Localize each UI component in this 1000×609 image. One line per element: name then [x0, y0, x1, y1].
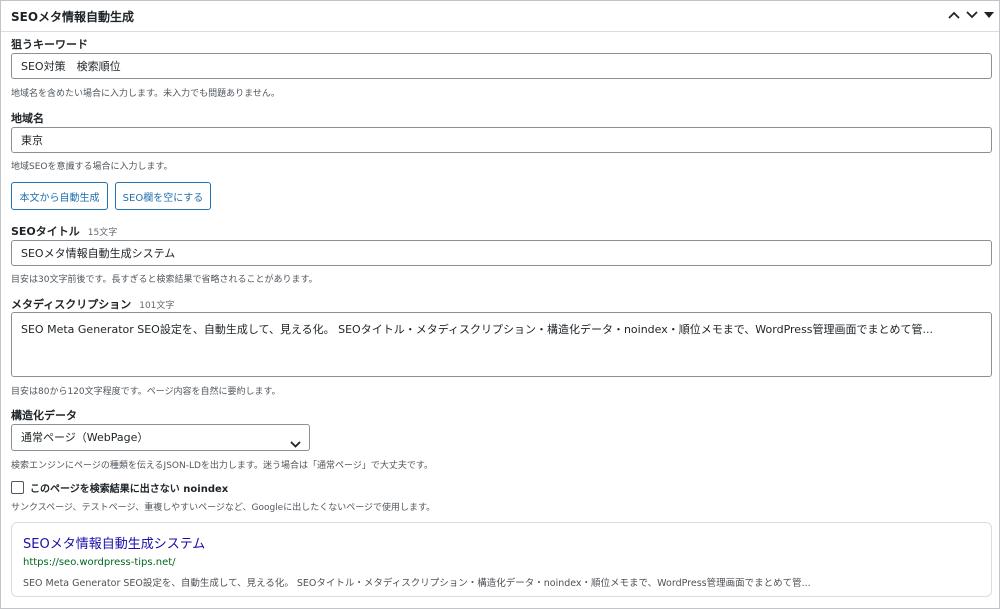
- meta-description-textarea[interactable]: SEO Meta Generator SEO設定を、自動生成して、見える化。 S…: [11, 312, 992, 377]
- clear-seo-fields-button[interactable]: SEO欄を空にする: [115, 182, 211, 210]
- generate-from-content-button[interactable]: 本文から自動生成: [11, 182, 108, 210]
- keyword-label: 狙うキーワード: [11, 38, 88, 51]
- meta-description-label-text: メタディスクリプション: [11, 298, 132, 311]
- seo-title-char-count: 15文字: [87, 228, 118, 238]
- noindex-help: サンクスページ、テストページ、重複しやすいページなど、Googleに出したくない…: [11, 503, 436, 513]
- seo-title-label: SEOタイトル 15文字: [11, 223, 117, 239]
- meta-description-label: メタディスクリプション 101文字: [11, 296, 174, 312]
- chevron-down-icon: [290, 432, 301, 457]
- search-result-preview: SEOメタ情報自動生成システム https://seo.wordpress-ti…: [11, 522, 992, 597]
- structured-data-selected-value: 通常ページ（WebPage）: [21, 431, 149, 444]
- seo-title-label-text: SEOタイトル: [11, 225, 80, 238]
- chevron-up-icon[interactable]: [945, 6, 963, 24]
- keyword-input[interactable]: SEO対策 検索順位: [11, 53, 992, 79]
- structured-data-select[interactable]: 通常ページ（WebPage）: [11, 424, 310, 451]
- structured-data-help: 検索エンジンにページの種類を伝えるJSON-LDを出力します。迷う場合は「通常ペ…: [11, 461, 433, 471]
- preview-description: SEO Meta Generator SEO設定を、自動生成して、見える化。 S…: [23, 578, 811, 589]
- noindex-label[interactable]: このページを検索結果に出さない noindex: [30, 480, 228, 495]
- panel-title: SEOメタ情報自動生成: [11, 10, 135, 24]
- meta-description-help: 目安は80から120文字程度です。ページ内容を自然に要約します。: [11, 387, 281, 397]
- preview-url: https://seo.wordpress-tips.net/: [23, 557, 176, 568]
- preview-title[interactable]: SEOメタ情報自動生成システム: [23, 533, 205, 552]
- triangle-down-icon[interactable]: [980, 6, 998, 24]
- seo-meta-panel: SEOメタ情報自動生成 狙うキーワード SEO対策 検索順位 地域名を含めたい場…: [0, 0, 1000, 609]
- meta-description-char-count: 101文字: [139, 301, 175, 311]
- seo-title-help: 目安は30文字前後です。長すぎると検索結果で省略されることがあります。: [11, 275, 318, 285]
- region-label: 地域名: [11, 112, 44, 125]
- structured-data-label: 構造化データ: [11, 409, 77, 422]
- chevron-down-icon[interactable]: [963, 6, 981, 24]
- panel-header: SEOメタ情報自動生成: [1, 1, 999, 32]
- noindex-checkbox[interactable]: [11, 481, 24, 494]
- keyword-help: 地域名を含めたい場合に入力します。未入力でも問題ありません。: [11, 89, 280, 99]
- region-help: 地域SEOを意識する場合に入力します。: [11, 162, 173, 172]
- seo-title-input[interactable]: SEOメタ情報自動生成システム: [11, 240, 992, 266]
- region-input[interactable]: 東京: [11, 127, 992, 153]
